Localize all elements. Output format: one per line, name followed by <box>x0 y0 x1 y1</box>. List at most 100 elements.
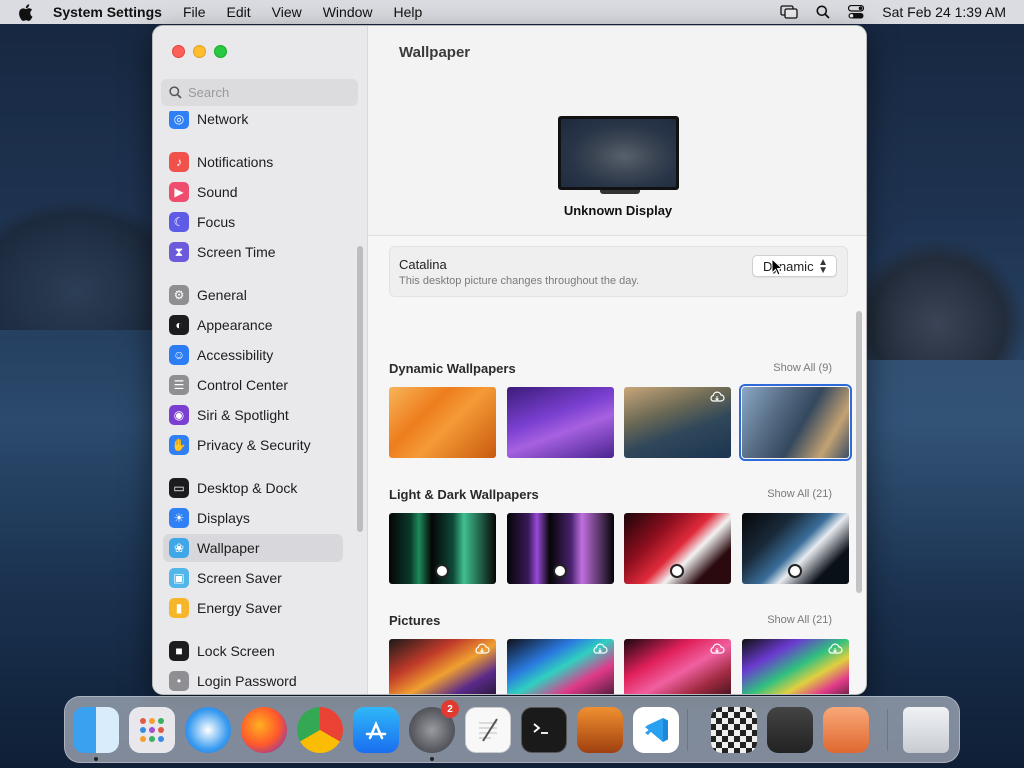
show-all-dynamic-link[interactable]: Show All (9) <box>773 362 832 374</box>
chrome-icon[interactable] <box>297 707 343 753</box>
gear-icon: ⚙ <box>169 285 189 305</box>
chess-icon[interactable] <box>711 707 757 753</box>
wallpaper-thumb-macbook-green[interactable] <box>389 513 496 584</box>
moon-icon: ☾ <box>169 212 189 232</box>
dock-icon: ▭ <box>169 478 189 498</box>
safari-icon[interactable] <box>185 707 231 753</box>
desktop-sea <box>860 360 1024 620</box>
sidebar-item-focus[interactable]: ☾ Focus <box>163 208 343 236</box>
cloud-download-icon <box>593 643 608 654</box>
sidebar-list: ◎ Network ♪ Notifications ▶ Sound ☾ Focus ⧗ Scree… <box>153 111 367 694</box>
search-box[interactable] <box>161 79 358 106</box>
display-stand <box>600 190 640 194</box>
sidebar-item-notifications[interactable]: ♪ Notifications <box>163 148 343 176</box>
menu-app-name[interactable]: System Settings <box>53 4 162 20</box>
textedit-icon[interactable] <box>465 707 511 753</box>
menu-help[interactable]: Help <box>394 4 423 20</box>
cloud-download-icon <box>710 391 725 402</box>
wallpaper-preview-header: Wallpaper Unknown Display <box>368 26 866 236</box>
garageband-icon[interactable] <box>577 707 623 753</box>
main-pane: Wallpaper Unknown Display Catalina This … <box>368 26 866 694</box>
spotlight-search-icon[interactable] <box>816 5 830 19</box>
maximize-window-button[interactable] <box>214 45 227 58</box>
show-all-light-dark-link[interactable]: Show All (21) <box>767 488 832 500</box>
sidebar-item-energy-saver[interactable]: ▮ Energy Saver <box>163 594 343 622</box>
wallpaper-mode-select[interactable]: Dynamic ▲ ▼ <box>752 255 837 277</box>
app-store-icon[interactable] <box>353 707 399 753</box>
sidebar-item-general[interactable]: ⚙ General <box>163 281 343 309</box>
sidebar-item-label: Siri & Spotlight <box>197 407 289 423</box>
wallpaper-thumb-picture-3[interactable] <box>624 639 731 694</box>
screen-saver-icon: ▣ <box>169 568 189 588</box>
minimize-window-button[interactable] <box>193 45 206 58</box>
sidebar-item-label: Control Center <box>197 377 289 393</box>
menu-bar: System Settings File Edit View Window He… <box>0 0 1024 24</box>
wallpaper-thumb-catalina-dynamic[interactable] <box>739 384 852 461</box>
cloud-download-icon <box>710 643 725 654</box>
wallpaper-thumb-picture-2[interactable] <box>507 639 614 694</box>
sidebar-item-sound[interactable]: ▶ Sound <box>163 178 343 206</box>
launchpad-icon[interactable] <box>129 707 175 753</box>
globe-icon: ◎ <box>169 111 189 129</box>
wallpaper-thumb-macbook-purple[interactable] <box>507 513 614 584</box>
sidebar-item-appearance[interactable]: ◐ Appearance <box>163 311 343 339</box>
wallpaper-thumb-picture-1[interactable] <box>389 639 496 694</box>
wallpaper-thumb-picture-4[interactable] <box>742 639 849 694</box>
menu-edit[interactable]: Edit <box>227 4 251 20</box>
menu-view[interactable]: View <box>272 4 302 20</box>
sidebar-item-screen-time[interactable]: ⧗ Screen Time <box>163 238 343 266</box>
terminal-icon[interactable] <box>521 707 567 753</box>
sidebar-item-label: Lock Screen <box>197 643 275 659</box>
sidebar-item-desktop-and-dock[interactable]: ▭ Desktop & Dock <box>163 474 343 502</box>
section-title-dynamic: Dynamic Wallpapers <box>389 361 516 376</box>
sidebar-item-control-center[interactable]: ☰ Control Center <box>163 371 343 399</box>
screen-mirroring-icon[interactable] <box>780 5 798 19</box>
sidebar-item-label: Focus <box>197 214 236 230</box>
siri-icon: ◉ <box>169 405 189 425</box>
wallpaper-thumb-big-sur-red[interactable] <box>624 513 731 584</box>
bell-icon: ♪ <box>169 152 189 172</box>
sidebar: ◎ Network ♪ Notifications ▶ Sound ☾ Focus ⧗ Scree… <box>153 26 368 694</box>
mouse-pointer-icon <box>771 258 783 276</box>
sidebar-item-screen-saver[interactable]: ▣ Screen Saver <box>163 564 343 592</box>
light-dark-badge-icon <box>435 564 449 578</box>
speaker-icon: ▶ <box>169 182 189 202</box>
battery-icon: ▮ <box>169 598 189 618</box>
sidebar-item-label: Wallpaper <box>197 540 260 556</box>
sidebar-item-network[interactable]: ◎ Network <box>163 111 343 133</box>
search-input[interactable] <box>188 85 348 100</box>
screen-sharing-icon[interactable] <box>823 707 869 753</box>
desktop-island-right <box>850 240 1024 360</box>
wallpaper-thumb-ventura-orange[interactable] <box>389 387 496 458</box>
sidebar-scrollbar[interactable] <box>357 246 363 532</box>
wallpaper-thumb-monterey-purple[interactable] <box>507 387 614 458</box>
apple-menu-icon[interactable] <box>18 3 40 21</box>
wallpaper-thumb-big-sur-blue[interactable] <box>742 513 849 584</box>
sidebar-item-lock-screen[interactable]: ■ Lock Screen <box>163 637 343 665</box>
screenshot-icon[interactable] <box>767 707 813 753</box>
sidebar-item-label: Desktop & Dock <box>197 480 298 496</box>
wallpaper-thumb-catalina-island[interactable] <box>624 387 731 458</box>
firefox-icon[interactable] <box>241 707 287 753</box>
dock-separator <box>887 709 888 751</box>
show-all-pictures-link[interactable]: Show All (21) <box>767 614 832 626</box>
sidebar-item-privacy-and-security[interactable]: ✋ Privacy & Security <box>163 431 343 459</box>
close-window-button[interactable] <box>172 45 185 58</box>
sidebar-item-accessibility[interactable]: ☺ Accessibility <box>163 341 343 369</box>
sidebar-item-wallpaper[interactable]: ❀ Wallpaper <box>163 534 343 562</box>
wallpaper-sections: Dynamic Wallpapers Show All (9) Light & … <box>368 311 866 694</box>
menu-clock[interactable]: Sat Feb 24 1:39 AM <box>882 4 1006 20</box>
menu-window[interactable]: Window <box>323 4 373 20</box>
sidebar-item-siri-and-spotlight[interactable]: ◉ Siri & Spotlight <box>163 401 343 429</box>
sidebar-item-login-password[interactable]: • Login Password <box>163 667 343 694</box>
dock: 2 <box>64 696 960 763</box>
finder-icon[interactable] <box>73 707 119 753</box>
vscode-icon[interactable] <box>633 707 679 753</box>
trash-icon[interactable] <box>903 707 949 753</box>
menu-file[interactable]: File <box>183 4 206 20</box>
main-scrollbar[interactable] <box>856 311 862 593</box>
sidebar-item-label: Notifications <box>197 154 274 170</box>
control-center-menu-icon[interactable] <box>848 5 865 19</box>
sidebar-item-label: Accessibility <box>197 347 274 363</box>
sidebar-item-displays[interactable]: ☀ Displays <box>163 504 343 532</box>
